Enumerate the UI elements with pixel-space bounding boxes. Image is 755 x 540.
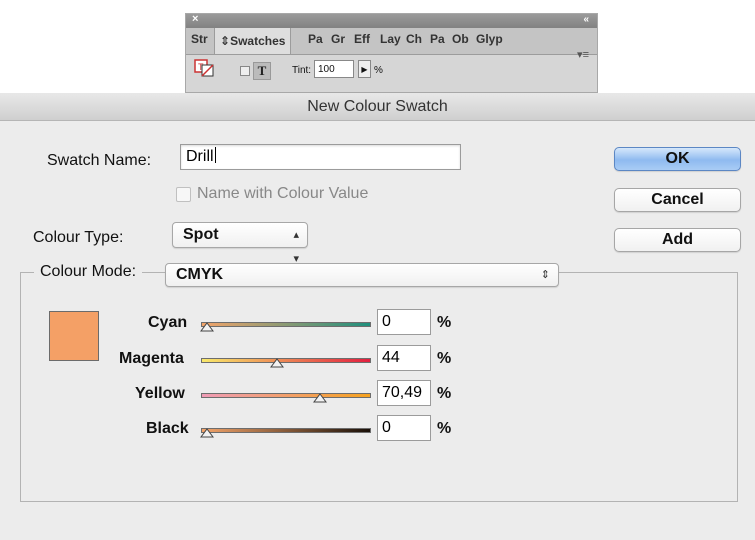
tab-character[interactable]: Ch (406, 32, 422, 46)
tint-arrow-icon[interactable]: ▶ (358, 60, 371, 78)
new-colour-swatch-dialog: New Colour Swatch Swatch Name: Drill Nam… (0, 93, 755, 540)
cyan-slider-track[interactable] (201, 322, 371, 327)
dialog-title: New Colour Swatch (0, 93, 755, 121)
yellow-slider-track[interactable] (201, 393, 371, 398)
colour-mode-select[interactable]: CMYK ⇕ (165, 263, 559, 287)
cyan-value-input[interactable]: 0 (377, 309, 431, 335)
tab-object[interactable]: Ob (452, 32, 469, 46)
cancel-button[interactable]: Cancel (614, 188, 741, 212)
select-arrows-icon: ⇕ (540, 269, 550, 281)
black-slider-track[interactable] (201, 428, 371, 433)
tab-layers[interactable]: Lay (380, 32, 401, 46)
swatches-panel: × « Str ⇕Swatches Pa Gr Eff Lay Ch Pa Ob… (185, 13, 598, 93)
tint-unit: % (374, 65, 383, 76)
black-slider-thumb[interactable] (200, 425, 214, 438)
fill-stroke-icon[interactable]: T (194, 59, 214, 77)
black-label: Black (146, 420, 189, 437)
colour-mode-label: Colour Mode: (34, 263, 143, 281)
cyan-slider-thumb[interactable] (200, 319, 214, 332)
swatch-name-input[interactable]: Drill (180, 144, 461, 170)
ok-button[interactable]: OK (614, 147, 741, 171)
colour-type-label: Colour Type: (33, 229, 124, 246)
panel-title-bar[interactable]: × « (186, 13, 597, 28)
text-format-icon[interactable]: T (253, 62, 271, 80)
panel-toolbar: T T Tint: 100 ▶ % (186, 55, 597, 93)
container-format-icon[interactable] (240, 66, 250, 76)
colour-preview-swatch (49, 311, 99, 361)
collapse-icon[interactable]: « (583, 14, 589, 25)
tab-glyphs[interactable]: Glyp (476, 32, 503, 46)
swatch-name-label: Swatch Name: (47, 152, 152, 169)
cyan-label: Cyan (148, 314, 188, 331)
black-unit: % (437, 420, 452, 437)
yellow-unit: % (437, 385, 452, 402)
magenta-value-input[interactable]: 44 (377, 345, 431, 371)
text-caret (214, 147, 216, 163)
magenta-label: Magenta (119, 350, 184, 367)
magenta-slider-thumb[interactable] (270, 355, 285, 368)
colour-type-value: Spot (183, 226, 219, 243)
yellow-value-input[interactable]: 70,49 (377, 380, 431, 406)
magenta-unit: % (437, 350, 452, 367)
black-value-input[interactable]: 0 (377, 415, 431, 441)
name-with-colour-value-checkbox[interactable] (176, 187, 191, 202)
tab-paragraph[interactable]: Pa (430, 32, 445, 46)
cyan-unit: % (437, 314, 452, 331)
tint-label: Tint: (292, 65, 312, 76)
tab-pages[interactable]: Pa (308, 32, 323, 46)
tint-input[interactable]: 100 (314, 60, 354, 78)
tab-stroke[interactable]: Str (191, 32, 208, 46)
add-button[interactable]: Add (614, 228, 741, 252)
swatch-name-value: Drill (186, 148, 214, 165)
yellow-label: Yellow (135, 385, 185, 402)
yellow-slider-thumb[interactable] (312, 390, 327, 403)
colour-type-select[interactable]: Spot ▴ ▾ (172, 222, 308, 265)
magenta-slider-track[interactable] (201, 358, 371, 363)
panel-tabs: Str ⇕Swatches Pa Gr Eff Lay Ch Pa Ob Gly… (186, 28, 597, 61)
tab-gradient[interactable]: Gr (331, 32, 345, 46)
tab-effects[interactable]: Eff (354, 32, 370, 46)
colour-mode-value: CMYK (176, 266, 224, 283)
name-with-colour-value-label: Name with Colour Value (197, 185, 369, 202)
tab-swatches[interactable]: ⇕Swatches (214, 28, 292, 54)
updown-arrows-icon: ⇕ (220, 34, 231, 48)
close-icon[interactable]: × (192, 13, 198, 25)
tab-swatches-label: Swatches (230, 34, 286, 48)
